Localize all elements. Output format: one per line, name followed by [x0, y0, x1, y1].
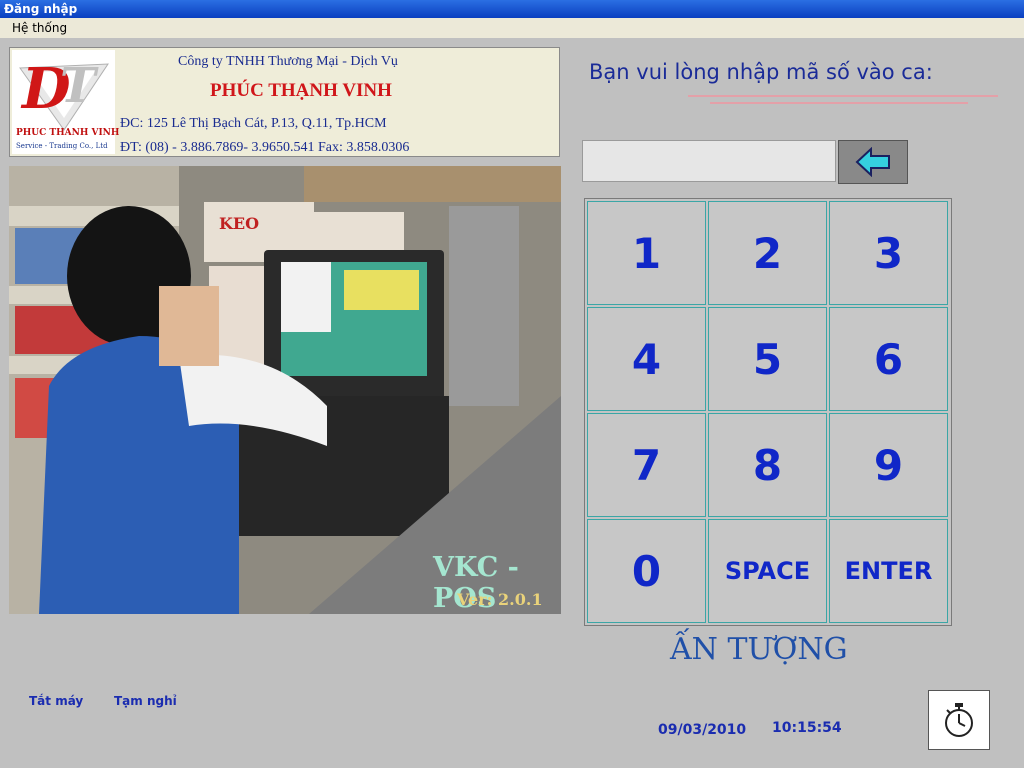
key-enter[interactable]: ENTER [829, 519, 948, 623]
key-8[interactable]: 8 [708, 413, 827, 517]
key-4[interactable]: 4 [587, 307, 706, 411]
shift-code-input[interactable] [582, 140, 836, 182]
key-1[interactable]: 1 [587, 201, 706, 305]
company-address: ĐC: 125 Lê Thị Bạch Cát, P.13, Q.11, Tp.… [120, 116, 387, 131]
company-name: PHÚC THẠNH VINH [210, 80, 392, 101]
login-prompt: Bạn vui lòng nhập mã số vào ca: [589, 60, 933, 84]
key-space[interactable]: SPACE [708, 519, 827, 623]
key-6[interactable]: 6 [829, 307, 948, 411]
tagline: ẤN TƯỢNG [670, 632, 848, 667]
company-type: Công ty TNHH Thương Mại - Dịch Vụ [178, 54, 398, 69]
company-phone: ĐT: (08) - 3.886.7869- 3.9650.541 Fax: 3… [120, 140, 410, 155]
stopwatch-icon [945, 703, 973, 737]
logo-subtext: Service - Trading Co., Ltd [16, 142, 108, 150]
prompt-underline [688, 95, 998, 97]
shelf-label: KEO [219, 214, 260, 233]
stopwatch-button[interactable] [928, 690, 990, 750]
key-3[interactable]: 3 [829, 201, 948, 305]
key-7[interactable]: 7 [587, 413, 706, 517]
key-9[interactable]: 9 [829, 413, 948, 517]
backspace-button[interactable] [838, 140, 908, 184]
key-5[interactable]: 5 [708, 307, 827, 411]
menu-system[interactable]: Hệ thống [12, 18, 67, 38]
window-title: Đăng nhập [0, 0, 1024, 18]
shutdown-link[interactable]: Tắt máy [29, 694, 83, 708]
key-0[interactable]: 0 [587, 519, 706, 623]
backspace-arrow-icon [855, 147, 890, 177]
pause-link[interactable]: Tạm nghỉ [114, 694, 177, 708]
key-2[interactable]: 2 [708, 201, 827, 305]
prompt-underline [710, 102, 968, 104]
company-header: DT PHUC THANH VINH Service - Trading Co.… [9, 47, 560, 157]
logo-text: PHUC THANH VINH [16, 128, 120, 138]
product-version: Ver: 2.0.1 [457, 590, 543, 609]
current-date: 09/03/2010 [658, 722, 747, 738]
numeric-keypad: 1 2 3 4 5 6 7 8 9 0 SPACE ENTER [584, 198, 952, 626]
menu-bar: Hệ thống [0, 18, 1024, 38]
current-time: 10:15:54 [772, 720, 842, 736]
photo-illustration [9, 166, 561, 614]
pos-photo: KEO VKC -POS Ver: 2.0.1 [9, 166, 561, 614]
company-logo: DT PHUC THANH VINH Service - Trading Co.… [12, 50, 119, 154]
